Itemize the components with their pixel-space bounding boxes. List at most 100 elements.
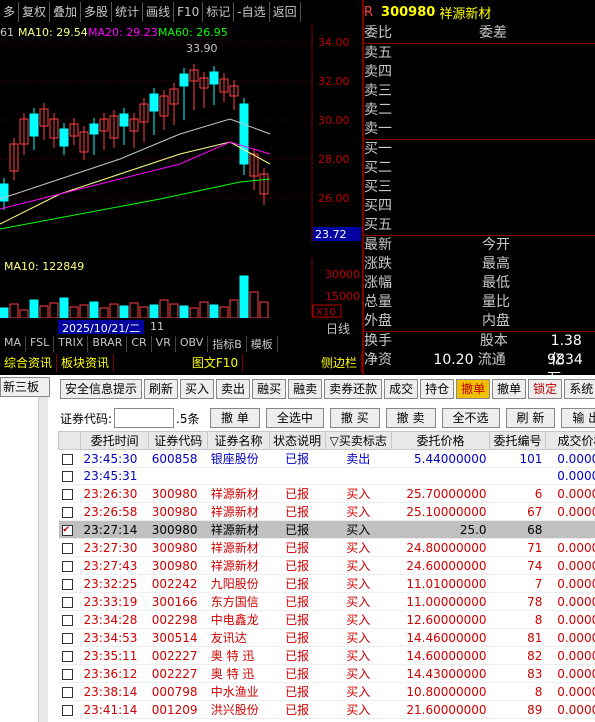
col-header-1[interactable]: 证券代码 (148, 431, 209, 450)
row-checkbox[interactable] (61, 668, 73, 680)
trade-button-3[interactable]: 卖出 (216, 379, 251, 399)
row-checkbox[interactable] (61, 506, 73, 518)
trade-button-2[interactable]: 买入 (180, 379, 215, 399)
row-check[interactable]: ✔ (58, 520, 81, 539)
toolbar-item-5[interactable]: 画线 (143, 2, 175, 22)
indicator-tab-4[interactable]: CR (127, 336, 152, 352)
row-check[interactable] (58, 592, 81, 611)
col-header-7[interactable]: 成交价格 (544, 431, 595, 450)
trade-button-8[interactable]: 持仓 (420, 379, 455, 399)
toolbar-item-3[interactable]: 多股 (81, 2, 113, 22)
row-check[interactable] (58, 467, 81, 485)
table-row[interactable]: 23:26:58 300980 祥源新材 已报 买入 25.10000000 67 0.000… (58, 502, 595, 521)
trade-button-6[interactable]: 卖券还款 (324, 379, 383, 399)
row-checkbox[interactable] (61, 596, 73, 608)
row-checkbox[interactable] (61, 686, 73, 698)
volume-chart[interactable]: MA10: 122849 30000 15000 X10 (0, 258, 362, 318)
col-header-4[interactable]: ▽买卖标志 (324, 431, 392, 450)
trade-button-10[interactable]: 撤单 (492, 379, 527, 399)
col-header-2[interactable]: 证券名称 (207, 431, 270, 450)
indicator-tab-5[interactable]: VR (152, 336, 176, 352)
row-check[interactable] (58, 502, 81, 521)
action-button-1[interactable]: 全选中 (265, 408, 324, 428)
table-row[interactable]: 23:34:28002298中电鑫龙已报买入12.6000000080.0000… (58, 610, 595, 629)
trade-button-9[interactable]: 撤单 (456, 379, 491, 399)
table-row[interactable]: 23:27:30 300980 祥源新材 已报 买入 24.80000000 71 0.000… (58, 538, 595, 557)
indicator-tab-3[interactable]: BRAR (88, 336, 128, 352)
col-header-6[interactable]: 委托编号 (489, 431, 546, 450)
row-checkbox[interactable] (61, 542, 73, 554)
toolbar-item-1[interactable]: 复权 (19, 2, 51, 22)
row-check[interactable] (58, 664, 81, 683)
trade-button-7[interactable]: 成交 (384, 379, 419, 399)
bottom-tab-3[interactable]: 侧边栏 (317, 354, 362, 372)
row-check[interactable] (58, 682, 81, 701)
row-checkbox[interactable] (61, 632, 73, 644)
trade-button-1[interactable]: 刷新 (144, 379, 179, 399)
bottom-tab-2[interactable]: 图文F10 (188, 354, 244, 372)
action-button-2[interactable]: 撤 买 (329, 408, 380, 428)
row-checkbox[interactable] (61, 650, 73, 662)
toolbar-item-8[interactable]: -自选 (234, 2, 270, 22)
col-header-5[interactable]: 委托价格 (390, 431, 491, 450)
tab-xinsanban[interactable]: 新三板 (0, 377, 50, 397)
row-check[interactable] (58, 538, 81, 557)
row-checkbox[interactable]: ✔ (61, 524, 73, 536)
col-header-3[interactable]: 状态说明 (268, 431, 326, 450)
row-check[interactable] (58, 610, 81, 629)
indicator-tab-2[interactable]: TRIX (54, 336, 89, 352)
kline-chart[interactable]: 34.00 32.00 30.00 28.00 26.00 23.72 61 MA10: 29… (0, 24, 362, 242)
row-check[interactable] (58, 628, 81, 647)
action-button-0[interactable]: 撤 单 (210, 408, 260, 428)
trade-button-5[interactable]: 融卖 (288, 379, 323, 399)
action-button-3[interactable]: 撤 卖 (385, 408, 436, 428)
row-checkbox[interactable] (61, 704, 73, 716)
row-checkbox[interactable] (61, 488, 73, 500)
row-check[interactable] (58, 556, 81, 575)
table-row[interactable]: 23:36:12 002227 奥 特 迅已报 买入 14.43000000 83 0.00… (58, 664, 595, 683)
table-row[interactable]: 23:35:11 002227 奥 特 迅已报 买入 14.60000000 82 0.00… (58, 646, 595, 665)
action-button-5[interactable]: 刷 新 (505, 408, 556, 428)
row-checkbox[interactable] (61, 578, 73, 590)
row-checkbox[interactable] (61, 560, 73, 572)
row-check[interactable] (58, 449, 81, 468)
row-check[interactable] (58, 700, 81, 719)
row-checkbox[interactable] (61, 614, 73, 626)
toolbar-item-7[interactable]: 标记 (203, 2, 235, 22)
indicator-tab-8[interactable]: 模板 (247, 336, 278, 352)
table-row[interactable]: 23:38:14000798中水渔业已报买入10.8000000080.0000… (58, 682, 595, 701)
action-button-6[interactable]: 输 出 (561, 408, 595, 428)
trade-button-0[interactable]: 安全信息提示 (60, 379, 143, 399)
indicator-tab-6[interactable]: OBV (176, 336, 209, 352)
indicator-tab-0[interactable]: MA (0, 336, 27, 352)
table-row[interactable]: ✔ 23:27:14300980祥源新材已报买入25.0680.0 (58, 520, 595, 539)
row-checkbox[interactable] (61, 453, 73, 465)
indicator-tab-1[interactable]: FSL (26, 336, 55, 352)
day-line-label[interactable]: 日线 (326, 320, 350, 337)
table-row[interactable]: 23:27:43 300980 祥源新材 已报 买入 24.60000000 74 0.000… (58, 556, 595, 575)
trade-button-12[interactable]: 系统 (564, 379, 595, 399)
toolbar-item-9[interactable]: 返回 (270, 2, 301, 22)
toolbar-item-4[interactable]: 统计 (112, 2, 144, 22)
bottom-tab-1[interactable]: 板块资讯 (57, 354, 115, 372)
toolbar-item-2[interactable]: 叠加 (50, 2, 82, 22)
row-check[interactable] (58, 574, 81, 593)
row-check[interactable] (58, 646, 81, 665)
table-row[interactable]: 23:45:30 600858 银座股份 已报 卖出 5.44000000 101 0.000… (58, 449, 595, 468)
row-checkbox[interactable] (61, 471, 73, 482)
trade-button-11[interactable]: 锁定 (528, 379, 563, 399)
table-row[interactable]: 23:32:25002242九阳股份已报买入11.0100000070.0000… (58, 574, 595, 593)
indicator-tab-7[interactable]: 指标B (208, 336, 247, 352)
table-row[interactable]: 23:33:19 300166 东方国信 已报 买入 11.00000000 78 0.000… (58, 592, 595, 611)
col-header-0[interactable]: 委托时间 (79, 431, 150, 450)
table-row[interactable]: 23:34:53300514友讯达已报买入14.46000000810.0000… (58, 628, 595, 647)
table-row[interactable]: 23:41:14 001209 洪兴股份 已报 买入 21.60000000 89 0.000… (58, 700, 595, 719)
table-row[interactable]: 23:45:31 0.000000 (58, 467, 595, 485)
toolbar-item-6[interactable]: F10 (174, 2, 204, 22)
row-check[interactable] (58, 484, 81, 503)
left-scrollbar[interactable] (38, 397, 48, 722)
toolbar-item-0[interactable]: 多 (0, 2, 20, 22)
code-input[interactable] (114, 408, 175, 428)
action-button-4[interactable]: 全不选 (441, 408, 500, 428)
table-row[interactable]: 23:26:30300980祥源新材已报买入25.7000000060.0000… (58, 484, 595, 503)
